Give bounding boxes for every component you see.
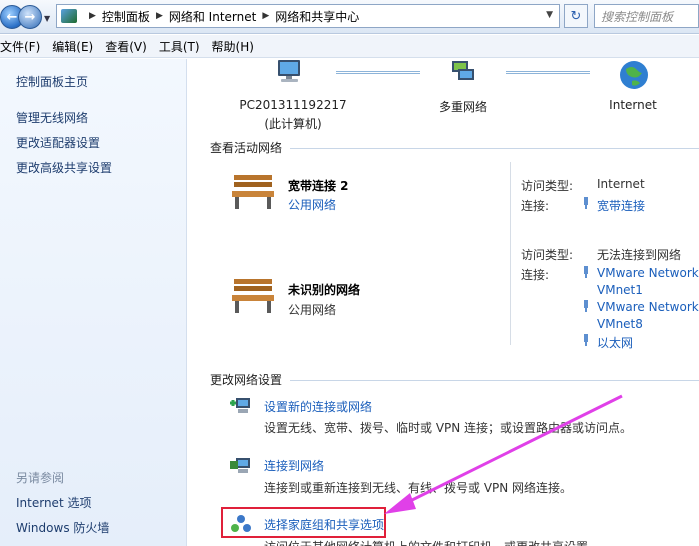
computer-sub-label: (此计算机) [264, 117, 322, 131]
menu-help[interactable]: 帮助(H) [206, 38, 260, 55]
connection-link[interactable]: 以太网 [597, 334, 633, 351]
chevron-right-icon[interactable]: ▶ [156, 11, 163, 21]
breadcrumb-network-internet[interactable]: 网络和 Internet [169, 8, 256, 25]
bench-icon [232, 279, 274, 313]
search-placeholder: 搜索控制面板 [601, 9, 674, 24]
control-panel-icon [61, 9, 77, 23]
network-type-link[interactable]: 公用网络 [288, 196, 336, 213]
access-type-label: 访问类型: [521, 248, 574, 262]
sidebar-item-control-panel-home[interactable]: 控制面板主页 [16, 73, 88, 90]
breadcrumb-network-sharing-center[interactable]: 网络和共享中心 [275, 8, 359, 25]
sidebar-item-advanced-sharing[interactable]: 更改高级共享设置 [16, 159, 112, 176]
address-path[interactable]: ▶ 控制面板 ▶ 网络和 Internet ▶ 网络和共享中心 ▼ [56, 4, 560, 28]
plug-icon [584, 300, 588, 312]
setup-new-connection-link[interactable]: 设置新的连接或网络 [264, 398, 372, 415]
address-bar: ← → ▼ ▶ 控制面板 ▶ 网络和 Internet ▶ 网络和共享中心 ▼ … [0, 0, 699, 34]
plug-icon [584, 334, 588, 346]
connections-label: 连接: [521, 268, 550, 282]
refresh-button[interactable]: ↻ [564, 4, 588, 28]
vertical-divider [510, 162, 511, 345]
bench-icon [232, 175, 274, 209]
computer-name: PC201311192217 [239, 98, 347, 112]
recent-pages-dropdown[interactable]: ▼ [44, 14, 50, 23]
plug-icon [584, 197, 588, 209]
sidebar-item-windows-firewall[interactable]: Windows 防火墙 [16, 519, 109, 536]
main-content: PC201311192217 (此计算机) 多重网络 Internet 查看活动… [188, 59, 699, 546]
network-name: 宽带连接 2 [288, 179, 349, 193]
connections-label: 连接: [521, 199, 550, 213]
chevron-right-icon[interactable]: ▶ [89, 11, 96, 21]
sidebar-item-internet-options[interactable]: Internet 选项 [16, 494, 91, 511]
network-name: 未识别的网络 [288, 283, 361, 297]
new-connection-icon [230, 398, 250, 413]
breadcrumb-control-panel[interactable]: 控制面板 [102, 8, 150, 25]
see-also-header: 另请参阅 [16, 471, 65, 485]
sidebar: 控制面板主页 管理无线网络 更改适配器设置 更改高级共享设置 另请参阅 Inte… [0, 59, 187, 546]
address-dropdown-icon[interactable]: ▼ [546, 10, 553, 20]
access-type-value: Internet [597, 177, 645, 191]
sidebar-item-adapter-settings[interactable]: 更改适配器设置 [16, 134, 100, 151]
map-connector-line [506, 71, 590, 74]
access-type-label: 访问类型: [521, 179, 574, 193]
access-type-value: 无法连接到网络 [597, 248, 682, 262]
highlight-box [221, 507, 386, 538]
sidebar-item-manage-wireless[interactable]: 管理无线网络 [16, 109, 88, 126]
task-description: 连接到或重新连接到无线、有线、拨号或 VPN 网络连接。 [264, 481, 573, 495]
plug-icon [584, 266, 588, 278]
active-networks-title: 查看活动网络 [210, 141, 283, 155]
search-input[interactable]: 搜索控制面板 [594, 4, 699, 28]
connect-network-icon [230, 458, 250, 473]
task-description: 访问位于其他网络计算机上的文件和打印机，或更改共享设置。 [264, 538, 600, 546]
menu-bar: 文件(F) 编辑(E) 查看(V) 工具(T) 帮助(H) [0, 35, 699, 58]
connect-to-network-link[interactable]: 连接到网络 [264, 457, 324, 474]
menu-edit[interactable]: 编辑(E) [46, 38, 99, 55]
connection-link[interactable]: 宽带连接 [597, 197, 645, 214]
connection-link[interactable]: VMware Network [597, 300, 699, 314]
task-description: 设置无线、宽带、拨号、临时或 VPN 连接；或设置路由器或访问点。 [264, 421, 633, 435]
change-settings-title: 更改网络设置 [210, 373, 283, 387]
internet-label: Internet [609, 98, 657, 112]
menu-view[interactable]: 查看(V) [99, 38, 153, 55]
connection-link[interactable]: VMnet8 [597, 317, 643, 331]
forward-button[interactable]: → [18, 5, 42, 29]
menu-tools[interactable]: 工具(T) [153, 38, 206, 55]
chevron-right-icon[interactable]: ▶ [262, 11, 269, 21]
section-divider [290, 380, 699, 381]
multiple-networks-label: 多重网络 [438, 100, 487, 114]
multiple-networks-icon[interactable] [448, 59, 478, 83]
connection-link[interactable]: VMware Network [597, 266, 699, 280]
section-divider [290, 148, 699, 149]
globe-icon[interactable] [618, 59, 650, 91]
connection-link[interactable]: VMnet1 [597, 283, 643, 297]
network-type: 公用网络 [288, 303, 337, 317]
computer-icon[interactable] [276, 59, 306, 83]
map-connector-line [336, 71, 420, 74]
menu-file[interactable]: 文件(F) [0, 38, 46, 55]
